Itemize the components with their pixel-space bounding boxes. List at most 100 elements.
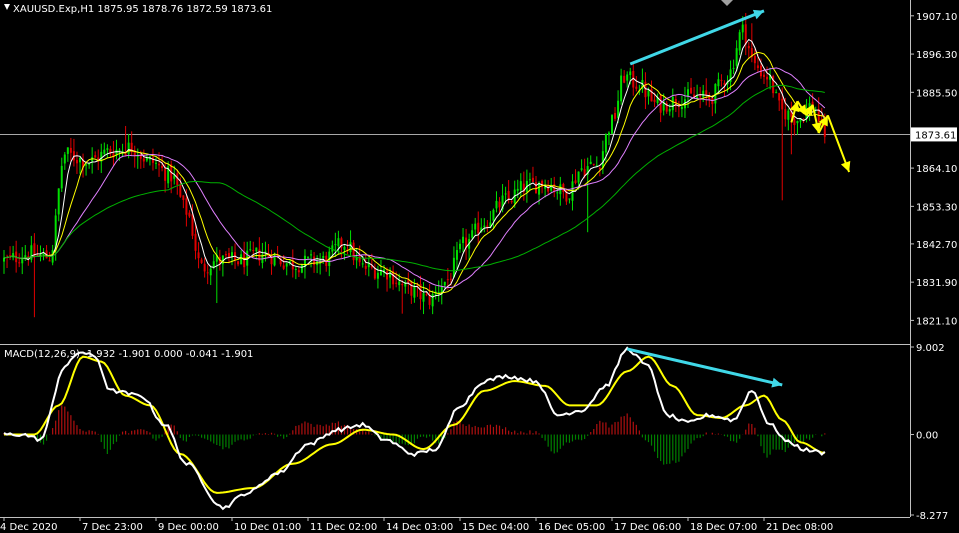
candle-body: [577, 171, 580, 183]
candle-body: [744, 24, 747, 45]
price-tick-label: 1821.10: [916, 316, 957, 327]
candle-body: [738, 32, 741, 51]
price-tick-label: 1896.30: [916, 50, 957, 61]
candle-body: [671, 96, 674, 111]
candle-body: [516, 188, 519, 191]
candle: [300, 263, 303, 274]
candle-body: [431, 293, 434, 307]
candle-body: [483, 225, 486, 228]
candle-body: [702, 90, 705, 98]
candle-body: [471, 230, 474, 238]
candle-body: [601, 151, 604, 168]
candle-body: [197, 252, 200, 259]
candle-body: [334, 244, 337, 246]
candle-body: [699, 95, 702, 97]
candle-body: [647, 90, 650, 97]
candle-body: [118, 149, 121, 151]
candle-body: [75, 160, 78, 164]
candle-body: [462, 236, 465, 244]
candle-body: [455, 250, 458, 260]
candle-body: [796, 120, 799, 124]
candle-body: [188, 212, 191, 217]
candle-body: [48, 260, 51, 262]
candle-body: [793, 119, 796, 126]
candle-body: [142, 158, 145, 162]
price-tick-label: 1831.90: [916, 278, 957, 289]
candle-body: [580, 168, 583, 170]
candle-body: [474, 223, 477, 230]
candle-body: [240, 254, 243, 265]
macd-tick-label: 9.002: [916, 343, 945, 354]
time-tick-label: 14 Dec 03:00: [386, 522, 453, 533]
candle-body: [617, 100, 620, 119]
candle-body: [723, 82, 726, 85]
candle-body: [237, 261, 240, 265]
time-tick-label: 7 Dec 23:00: [82, 522, 143, 533]
candle-body: [18, 262, 21, 264]
candle-body: [57, 188, 60, 215]
candle-body: [164, 168, 167, 181]
candle-body: [589, 161, 592, 164]
candle-body: [775, 92, 778, 94]
candle-body: [568, 198, 571, 200]
candle-body: [21, 258, 24, 264]
candle-body: [459, 243, 461, 250]
candle-body: [294, 269, 297, 271]
candle-body: [449, 278, 452, 280]
candle-body: [322, 255, 325, 259]
candle-body: [12, 253, 15, 258]
candle-body: [690, 87, 693, 94]
price-tick-label: 1853.30: [916, 202, 957, 213]
candle-body: [629, 71, 632, 76]
candle-body: [249, 249, 252, 251]
candle-body: [446, 279, 449, 281]
price-tick-label: 1885.50: [916, 88, 957, 99]
candle-body: [735, 48, 738, 66]
candle-body: [528, 179, 531, 181]
candle-body: [668, 109, 671, 112]
candle-body: [127, 142, 130, 154]
current-price-value: 1873.61: [915, 130, 956, 141]
candle-body: [191, 214, 194, 236]
chart-svg: XAUUSD.Exp,H1 1875.95 1878.76 1872.59 18…: [0, 0, 959, 533]
candle-body: [604, 134, 607, 153]
candle-body: [626, 74, 629, 81]
candle-body: [495, 200, 498, 209]
candle-body: [598, 167, 601, 170]
candle-body: [766, 76, 769, 80]
candle-body: [224, 254, 227, 256]
candle-body: [185, 198, 188, 215]
candle-body: [614, 112, 617, 119]
candle-body: [607, 132, 610, 136]
candle-body: [401, 284, 404, 286]
candle-body: [209, 268, 212, 276]
time-tick-label: 17 Dec 06:00: [614, 522, 681, 533]
candle-body: [255, 247, 258, 252]
candle-body: [3, 257, 5, 262]
candle-body: [428, 295, 431, 305]
candle-body: [787, 110, 790, 120]
candle-body: [708, 97, 711, 100]
candle-body: [778, 93, 781, 101]
candle-body: [69, 147, 72, 153]
candle-body: [732, 67, 735, 69]
candle-body: [361, 263, 364, 265]
time-tick-label: 10 Dec 01:00: [234, 522, 301, 533]
candle-body: [85, 164, 88, 166]
candle-body: [200, 259, 203, 263]
candle-body: [498, 201, 501, 208]
candle-body: [307, 256, 309, 258]
candle-body: [531, 177, 534, 183]
candle-body: [784, 109, 787, 120]
candle-body: [158, 163, 161, 166]
candle-body: [151, 157, 154, 163]
candle-body: [763, 74, 765, 77]
time-tick-label: 11 Dec 02:00: [310, 522, 377, 533]
candle-body: [386, 271, 389, 280]
candle-body: [94, 155, 97, 158]
candle-body: [194, 233, 197, 251]
candle-body: [477, 222, 480, 234]
candle-body: [252, 249, 255, 252]
candle-body: [720, 79, 723, 81]
candle-body: [653, 99, 656, 102]
